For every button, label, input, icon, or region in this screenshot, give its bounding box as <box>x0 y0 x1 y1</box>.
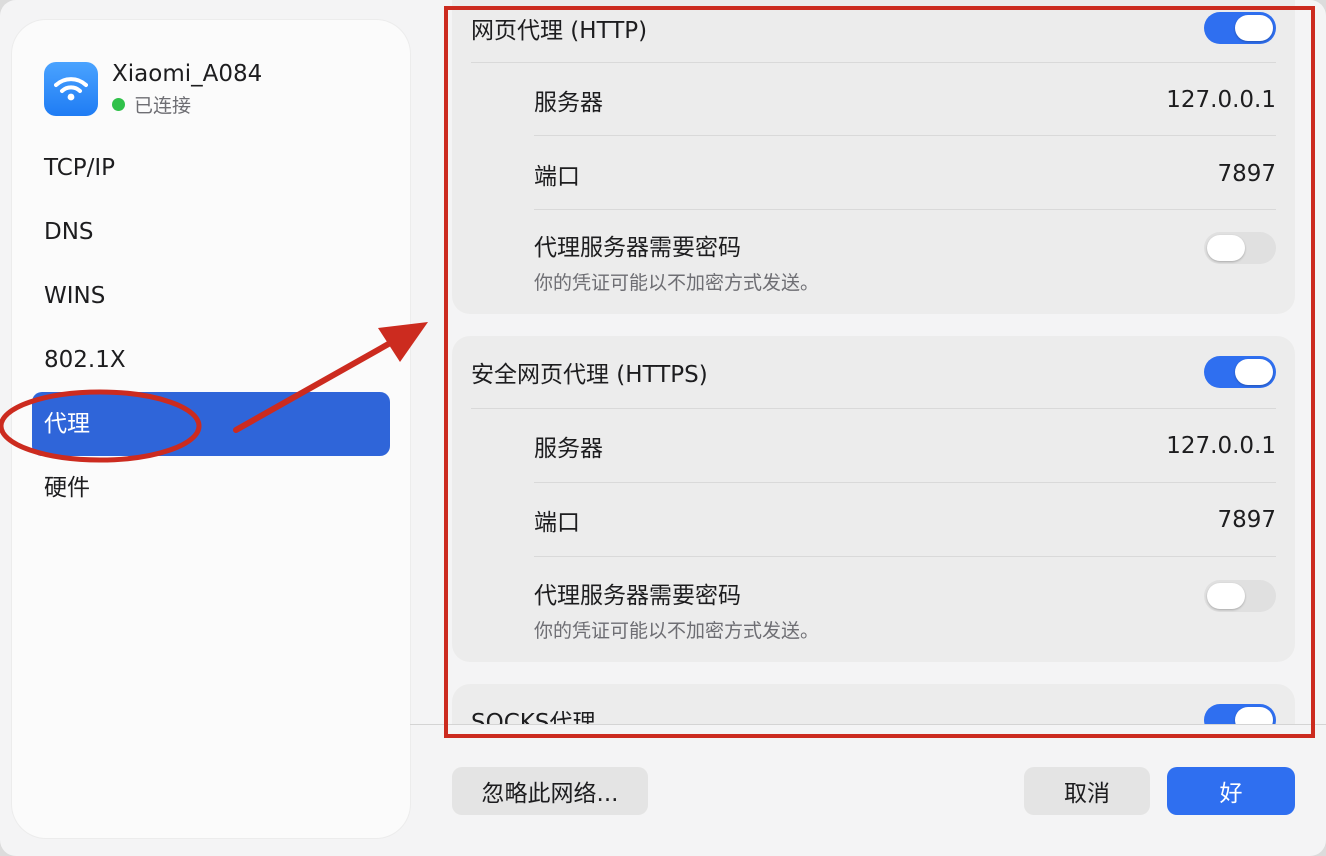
https-port-label: 端口 <box>534 510 580 536</box>
http-port-label: 端口 <box>534 164 580 190</box>
http-proxy-toggle[interactable] <box>1204 12 1276 44</box>
sidebar: Xiaomi_A084 已连接 TCP/IP DNS WINS 802.1X 代… <box>12 20 410 838</box>
sidebar-item-hardware[interactable]: 硬件 <box>32 456 390 520</box>
https-proxy-toggle[interactable] <box>1204 356 1276 388</box>
sidebar-item-tcpip[interactable]: TCP/IP <box>32 136 390 200</box>
sidebar-list: TCP/IP DNS WINS 802.1X 代理 硬件 <box>32 136 390 520</box>
network-header: Xiaomi_A084 已连接 <box>44 60 262 118</box>
divider <box>534 209 1276 210</box>
http-server-label: 服务器 <box>534 90 603 116</box>
http-port-value[interactable]: 7897 <box>1217 161 1276 187</box>
https-proxy-group: 安全网页代理 (HTTPS) 服务器 127.0.0.1 端口 7897 代理服… <box>452 336 1295 662</box>
socks-proxy-toggle[interactable] <box>1204 704 1276 724</box>
https-server-label: 服务器 <box>534 436 603 462</box>
proxy-settings-panel: 网页代理 (HTTP) 服务器 127.0.0.1 端口 7897 代理服务器需… <box>452 0 1295 724</box>
sidebar-item-dns[interactable]: DNS <box>32 200 390 264</box>
wifi-icon <box>44 62 98 116</box>
https-server-value[interactable]: 127.0.0.1 <box>1166 433 1276 459</box>
connection-status-label: 已连接 <box>134 95 192 117</box>
http-password-label: 代理服务器需要密码 <box>534 235 741 261</box>
https-password-label: 代理服务器需要密码 <box>534 583 741 609</box>
http-password-toggle[interactable] <box>1204 232 1276 264</box>
divider <box>534 556 1276 557</box>
https-password-toggle[interactable] <box>1204 580 1276 612</box>
socks-proxy-group: SOCKS代理 <box>452 684 1295 724</box>
https-password-note: 你的凭证可能以不加密方式发送。 <box>534 620 820 642</box>
http-proxy-group: 网页代理 (HTTP) 服务器 127.0.0.1 端口 7897 代理服务器需… <box>452 0 1295 314</box>
http-server-value[interactable]: 127.0.0.1 <box>1166 87 1276 113</box>
connection-status: 已连接 <box>112 91 262 118</box>
network-settings-window: Xiaomi_A084 已连接 TCP/IP DNS WINS 802.1X 代… <box>0 0 1326 856</box>
connected-dot-icon <box>112 98 125 111</box>
sidebar-item-8021x[interactable]: 802.1X <box>32 328 390 392</box>
https-port-value[interactable]: 7897 <box>1217 507 1276 533</box>
sidebar-item-proxies[interactable]: 代理 <box>32 392 390 456</box>
divider <box>534 135 1276 136</box>
footer-divider <box>410 724 1326 725</box>
network-name: Xiaomi_A084 <box>112 61 263 87</box>
http-proxy-title: 网页代理 (HTTP) <box>471 18 648 44</box>
divider <box>534 482 1276 483</box>
divider <box>471 62 1276 63</box>
http-password-note: 你的凭证可能以不加密方式发送。 <box>534 272 820 294</box>
https-proxy-title: 安全网页代理 (HTTPS) <box>471 362 708 388</box>
divider <box>471 408 1276 409</box>
sidebar-item-wins[interactable]: WINS <box>32 264 390 328</box>
forget-network-button[interactable]: 忽略此网络... <box>452 767 648 815</box>
cancel-button[interactable]: 取消 <box>1024 767 1150 815</box>
ok-button[interactable]: 好 <box>1167 767 1295 815</box>
socks-proxy-title: SOCKS代理 <box>471 710 596 724</box>
